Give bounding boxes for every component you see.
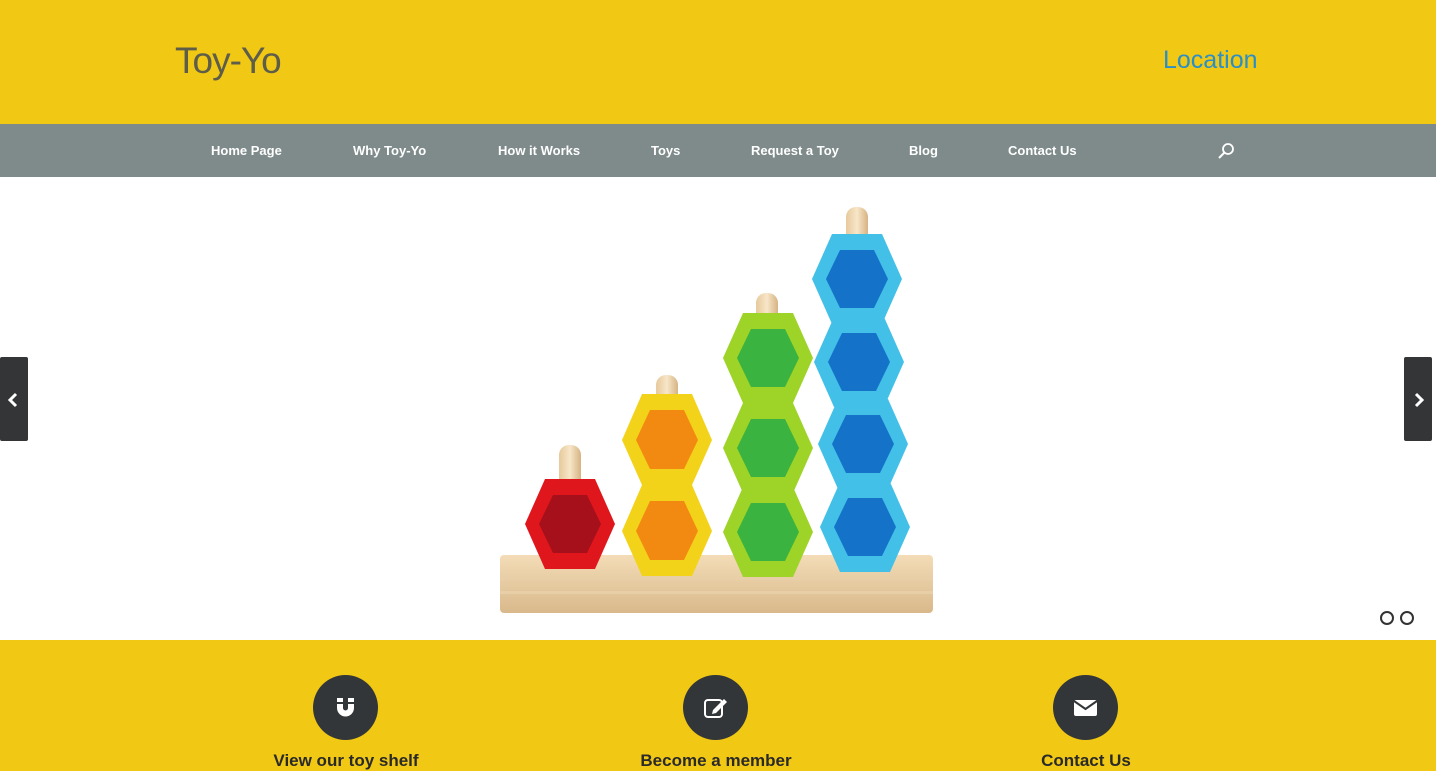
feature-label[interactable]: Become a member bbox=[586, 751, 846, 771]
nav-item-why-toy-yo[interactable]: Why Toy-Yo bbox=[353, 124, 426, 177]
site-logo[interactable]: Toy-Yo bbox=[175, 40, 282, 82]
chevron-right-icon bbox=[1414, 392, 1425, 408]
slider-dot-2[interactable] bbox=[1400, 611, 1415, 625]
search-icon[interactable] bbox=[1214, 139, 1238, 163]
feature-label[interactable]: View our toy shelf bbox=[216, 751, 476, 771]
hero-slider bbox=[0, 177, 1436, 640]
location-link[interactable]: Location bbox=[1163, 46, 1258, 75]
nav-item-home-page[interactable]: Home Page bbox=[211, 124, 282, 177]
nav-item-contact-us[interactable]: Contact Us bbox=[1008, 124, 1077, 177]
slider-pagination bbox=[1380, 611, 1416, 625]
edit-icon[interactable] bbox=[683, 675, 748, 740]
nav-item-request-a-toy[interactable]: Request a Toy bbox=[751, 124, 839, 177]
chevron-left-icon bbox=[7, 392, 18, 408]
feature-contact-us[interactable]: Contact Us bbox=[956, 640, 1216, 771]
feature-label[interactable]: Contact Us bbox=[956, 751, 1216, 771]
nav-item-toys[interactable]: Toys bbox=[651, 124, 680, 177]
nav-item-blog[interactable]: Blog bbox=[909, 124, 938, 177]
stacking-toy-image bbox=[500, 207, 933, 613]
slider-prev-button[interactable] bbox=[0, 357, 28, 441]
feature-toy-shelf[interactable]: View our toy shelf bbox=[216, 640, 476, 771]
features-section: View our toy shelf Become a member Conta… bbox=[0, 640, 1436, 771]
site-header: Toy-Yo Location bbox=[0, 0, 1436, 124]
envelope-icon[interactable] bbox=[1053, 675, 1118, 740]
slider-next-button[interactable] bbox=[1404, 357, 1432, 441]
feature-become-member[interactable]: Become a member bbox=[586, 640, 846, 771]
nav-item-how-it-works[interactable]: How it Works bbox=[498, 124, 580, 177]
slider-dot-1[interactable] bbox=[1380, 611, 1394, 625]
magnet-icon[interactable] bbox=[313, 675, 378, 740]
